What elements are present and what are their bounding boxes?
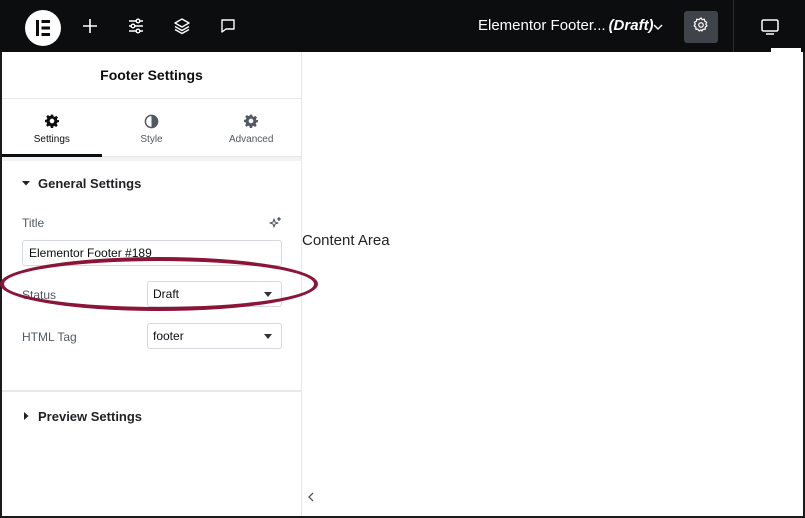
panel-title: Footer Settings: [2, 52, 301, 99]
caret-right-icon: [22, 412, 30, 420]
highlight-ellipse: [0, 257, 318, 311]
html-tag-label: HTML Tag: [22, 330, 77, 344]
html-tag-select[interactable]: footer: [147, 323, 282, 349]
gear-icon: [244, 113, 259, 129]
chevron-left-icon: [307, 491, 315, 505]
general-settings-label: General Settings: [38, 175, 142, 191]
document-title-text: Elementor Footer...: [478, 17, 606, 34]
title-label: Title: [22, 216, 45, 230]
content-area-label: Content Area: [302, 232, 390, 249]
caret-down-icon: [264, 333, 272, 339]
preview-settings-label: Preview Settings: [38, 408, 143, 424]
preview-settings-toggle[interactable]: Preview Settings: [2, 392, 301, 440]
desktop-icon[interactable]: [755, 13, 785, 41]
general-settings-toggle[interactable]: General Settings: [2, 157, 301, 205]
document-title[interactable]: Elementor Footer... (Draft): [478, 17, 654, 34]
tab-style-label: Style: [140, 134, 163, 145]
preview-settings-section: Preview Settings: [2, 390, 301, 440]
sparkle-icon[interactable]: [268, 216, 282, 235]
layers-icon[interactable]: [168, 12, 196, 40]
html-tag-select-value: footer: [153, 329, 184, 343]
top-bar: Elementor Footer... (Draft): [0, 0, 805, 52]
tab-settings-label: Settings: [33, 134, 70, 145]
gear-icon: [44, 113, 59, 129]
panel-tabs: Settings Style Advanced: [2, 99, 301, 157]
tab-advanced[interactable]: Advanced: [201, 99, 301, 156]
collapse-panel-button[interactable]: [303, 480, 318, 516]
tab-settings[interactable]: Settings: [2, 99, 102, 157]
toolbar-divider: [733, 0, 734, 52]
page-settings-button[interactable]: [684, 11, 718, 43]
sliders-icon[interactable]: [122, 12, 150, 40]
gear-icon: [692, 16, 710, 39]
caret-down-icon: [22, 179, 30, 187]
elementor-logo-icon[interactable]: [25, 10, 61, 46]
plus-icon[interactable]: [76, 12, 104, 40]
half-circle-icon: [144, 113, 159, 129]
tab-advanced-label: Advanced: [228, 134, 274, 145]
document-status: (Draft): [608, 17, 654, 34]
tab-style[interactable]: Style: [102, 99, 202, 156]
toolbar-accent: [771, 48, 801, 52]
comment-icon[interactable]: [214, 12, 242, 40]
chevron-down-icon[interactable]: [652, 20, 664, 38]
